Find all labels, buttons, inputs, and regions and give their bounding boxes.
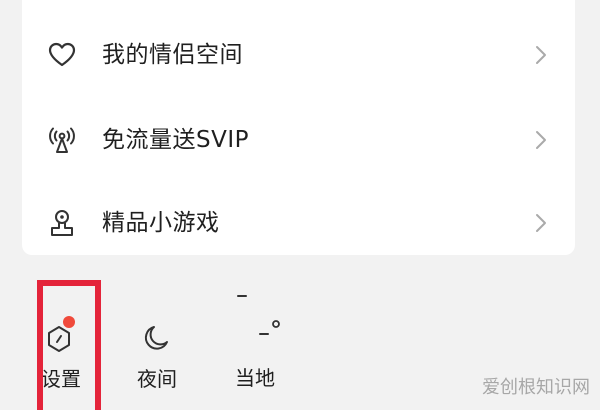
watermark-text: 爱创根知识网 [482, 377, 590, 398]
menu-item-label: 免流量送SVIP [102, 127, 249, 153]
menu-item-free-svip[interactable]: 免流量送SVIP [22, 110, 575, 170]
menu-item-label: 我的情侣空间 [102, 42, 243, 68]
menu-item-label: 精品小游戏 [102, 210, 220, 236]
local-label: 当地 [235, 366, 275, 390]
menu-card: 我的情侣空间 免流量送SVIP 精品小游戏 [22, 0, 575, 255]
highlight-frame [37, 280, 101, 410]
signal-tower-icon [47, 125, 77, 155]
game-controller-icon [47, 208, 77, 238]
chevron-right-icon [533, 128, 549, 152]
chevron-right-icon [533, 43, 549, 67]
temperature-icon [234, 286, 284, 346]
menu-item-mini-games[interactable]: 精品小游戏 [22, 193, 575, 253]
chevron-right-icon [533, 211, 549, 235]
heart-icon [47, 40, 77, 70]
moon-icon [142, 323, 172, 353]
menu-item-couple-space[interactable]: 我的情侣空间 [22, 25, 575, 85]
night-label: 夜间 [137, 367, 177, 391]
